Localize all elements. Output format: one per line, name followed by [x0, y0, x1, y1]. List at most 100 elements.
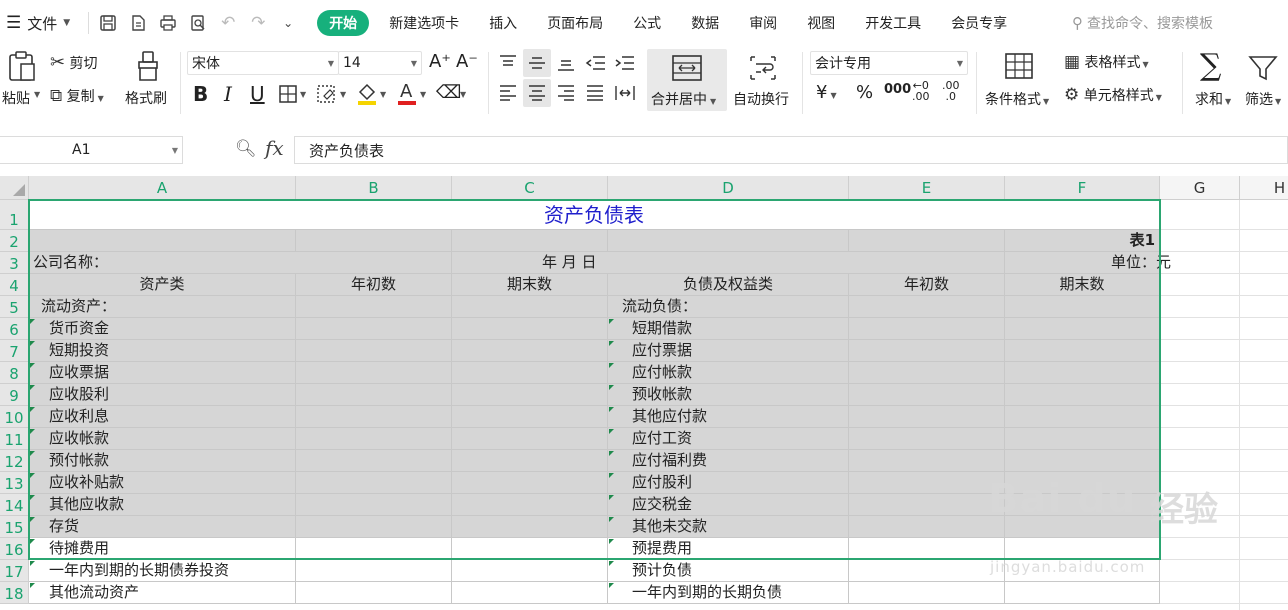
- decrease-decimal-button[interactable]: .00.0: [942, 80, 960, 102]
- increase-font-size-icon[interactable]: A⁺: [429, 51, 451, 72]
- sum-icon[interactable]: ∑: [1200, 48, 1221, 83]
- worksheet-grid[interactable]: A B C D E F G H 1 2 3 4 5 6 7 8 9 10 11 12 13 14 15 16 17 18 资产负债表…: [0, 176, 1288, 610]
- column-header-f[interactable]: F: [1005, 176, 1160, 200]
- currency-button[interactable]: ¥ ▼: [816, 82, 837, 103]
- row-header-15[interactable]: 15: [0, 516, 29, 538]
- conditional-format-icon[interactable]: [1004, 52, 1034, 84]
- liability-begin-cell[interactable]: [849, 450, 1005, 472]
- unit-cell[interactable]: 单位：元: [1005, 252, 1171, 274]
- row-header-4[interactable]: 4: [0, 274, 29, 296]
- filter-icon[interactable]: [1248, 54, 1278, 86]
- asset-item-cell[interactable]: 流动资产：: [29, 296, 296, 318]
- liability-begin-cell[interactable]: [849, 296, 1005, 318]
- insert-function-icon[interactable]: fx: [265, 136, 284, 160]
- export-pdf-icon[interactable]: [125, 10, 151, 36]
- asset-end-cell[interactable]: [452, 516, 608, 538]
- asset-begin-cell[interactable]: [296, 560, 452, 582]
- file-menu[interactable]: ☰ 文件 ▼: [0, 0, 70, 46]
- column-header-b[interactable]: B: [296, 176, 452, 200]
- print-preview-icon[interactable]: [185, 10, 211, 36]
- asset-end-cell[interactable]: [452, 538, 608, 560]
- liability-begin-cell[interactable]: [849, 428, 1005, 450]
- increase-indent-icon[interactable]: [614, 54, 636, 76]
- tab-insert[interactable]: 插入: [489, 13, 517, 33]
- zoom-search-icon[interactable]: 🔍︎: [235, 139, 257, 159]
- liability-item-cell[interactable]: 一年内到期的长期负债: [608, 582, 849, 604]
- liability-end-cell[interactable]: [1005, 450, 1160, 472]
- row-header-10[interactable]: 10: [0, 406, 29, 428]
- decrease-font-size-icon[interactable]: A⁻: [456, 51, 478, 72]
- liability-begin-cell[interactable]: [849, 494, 1005, 516]
- sum-button[interactable]: 求和 ▼: [1195, 89, 1231, 109]
- asset-begin-cell[interactable]: [296, 340, 452, 362]
- asset-item-cell[interactable]: 其他应收款: [29, 494, 296, 516]
- asset-end-cell[interactable]: [452, 340, 608, 362]
- table-cell[interactable]: [296, 230, 452, 252]
- table-style-button[interactable]: ▦ 表格样式 ▼: [1064, 52, 1149, 72]
- liability-begin-cell[interactable]: [849, 406, 1005, 428]
- wrap-text-icon[interactable]: [748, 54, 778, 86]
- liability-end-cell[interactable]: [1005, 296, 1160, 318]
- liability-end-cell[interactable]: [1005, 340, 1160, 362]
- justify-icon[interactable]: [585, 84, 605, 106]
- row-header-17[interactable]: 17: [0, 560, 29, 582]
- row-header-14[interactable]: 14: [0, 494, 29, 516]
- merge-cells-icon[interactable]: [671, 54, 703, 86]
- liability-item-cell[interactable]: 应付票据: [608, 340, 849, 362]
- liability-end-cell[interactable]: [1005, 406, 1160, 428]
- liability-item-cell[interactable]: 预收帐款: [608, 384, 849, 406]
- asset-end-cell[interactable]: [452, 560, 608, 582]
- asset-begin-cell[interactable]: [296, 384, 452, 406]
- liability-end-cell[interactable]: [1005, 538, 1160, 560]
- asset-end-cell[interactable]: [452, 362, 608, 384]
- asset-end-cell[interactable]: [452, 428, 608, 450]
- row-header-12[interactable]: 12: [0, 450, 29, 472]
- asset-begin-cell[interactable]: [296, 318, 452, 340]
- liability-item-cell[interactable]: 应付福利费: [608, 450, 849, 472]
- row-header-5[interactable]: 5: [0, 296, 29, 318]
- tab-formulas[interactable]: 公式: [633, 13, 661, 33]
- column-header-d[interactable]: D: [608, 176, 849, 200]
- filter-button[interactable]: 筛选 ▼: [1245, 89, 1281, 109]
- name-box[interactable]: A1 ▼: [0, 136, 183, 164]
- print-icon[interactable]: [155, 10, 181, 36]
- conditional-format-button[interactable]: 条件格式 ▼: [985, 89, 1049, 109]
- liability-begin-cell[interactable]: [849, 384, 1005, 406]
- liability-begin-cell[interactable]: [849, 560, 1005, 582]
- report-date-cell[interactable]: 年 月 日: [452, 252, 1005, 274]
- column-title-cell[interactable]: 期末数: [1005, 274, 1160, 296]
- asset-begin-cell[interactable]: [296, 296, 452, 318]
- liability-begin-cell[interactable]: [849, 472, 1005, 494]
- liability-item-cell[interactable]: 流动负债：: [608, 296, 849, 318]
- liability-begin-cell[interactable]: [849, 516, 1005, 538]
- asset-begin-cell[interactable]: [296, 406, 452, 428]
- liability-item-cell[interactable]: 应付股利: [608, 472, 849, 494]
- tab-page-layout[interactable]: 页面布局: [547, 13, 603, 33]
- asset-item-cell[interactable]: 应收帐款: [29, 428, 296, 450]
- asset-item-cell[interactable]: 预付帐款: [29, 450, 296, 472]
- redo-icon[interactable]: ↷: [245, 10, 271, 36]
- row-header-13[interactable]: 13: [0, 472, 29, 494]
- liability-item-cell[interactable]: 短期借款: [608, 318, 849, 340]
- asset-end-cell[interactable]: [452, 472, 608, 494]
- merge-center-button[interactable]: 合并居中 ▼: [651, 89, 716, 109]
- asset-item-cell[interactable]: 存货: [29, 516, 296, 538]
- liability-item-cell[interactable]: 其他未交款: [608, 516, 849, 538]
- liability-item-cell[interactable]: 预提费用: [608, 538, 849, 560]
- row-header-18[interactable]: 18: [0, 582, 29, 604]
- column-header-e[interactable]: E: [849, 176, 1005, 200]
- asset-begin-cell[interactable]: [296, 494, 452, 516]
- liability-end-cell[interactable]: [1005, 494, 1160, 516]
- asset-begin-cell[interactable]: [296, 472, 452, 494]
- liability-end-cell[interactable]: [1005, 516, 1160, 538]
- border-icon[interactable]: [278, 84, 300, 108]
- asset-item-cell[interactable]: 应收补贴款: [29, 472, 296, 494]
- cell-fill-pattern-icon[interactable]: [316, 84, 338, 108]
- asset-begin-cell[interactable]: [296, 428, 452, 450]
- wrap-text-button[interactable]: 自动换行: [733, 89, 789, 109]
- select-all-corner[interactable]: [0, 176, 29, 200]
- percent-button[interactable]: %: [856, 82, 873, 103]
- row-header-9[interactable]: 9: [0, 384, 29, 406]
- asset-item-cell[interactable]: 应收股利: [29, 384, 296, 406]
- asset-item-cell[interactable]: 待摊费用: [29, 538, 296, 560]
